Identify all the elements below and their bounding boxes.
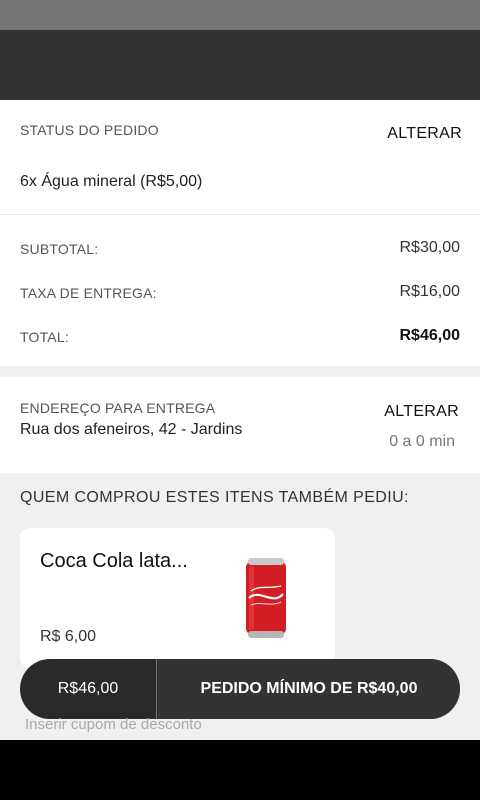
total-value: R$46,00 xyxy=(399,327,461,344)
delivery-fee-label: TAXA DE ENTREGA: xyxy=(20,285,157,301)
system-navigation-bar xyxy=(0,740,480,800)
delivery-fee-value: R$16,00 xyxy=(399,283,461,300)
order-card: STATUS DO PEDIDO ALTERAR 6x Água mineral… xyxy=(0,100,480,366)
total-label: TOTAL: xyxy=(20,329,69,345)
delivery-eta: 0 a 0 min xyxy=(389,433,455,450)
edit-address-button[interactable]: ALTERAR xyxy=(384,403,459,421)
system-status-bar xyxy=(0,0,480,30)
divider xyxy=(0,214,480,215)
checkout-bar[interactable]: R$46,00 PEDIDO MÍNIMO DE R$40,00 xyxy=(20,659,460,719)
order-status-heading: STATUS DO PEDIDO xyxy=(20,122,159,138)
delivery-address-line: Rua dos afeneiros, 42 - Jardins xyxy=(20,421,243,438)
checkout-total[interactable]: R$46,00 xyxy=(20,659,157,719)
subtotal-label: SUBTOTAL: xyxy=(20,241,99,257)
minimum-order-button[interactable]: PEDIDO MÍNIMO DE R$40,00 xyxy=(158,659,460,719)
app-bar xyxy=(0,30,480,100)
coupon-input[interactable]: Inserir cupom de desconto xyxy=(25,716,202,733)
product-name: Coca Cola lata... xyxy=(40,550,188,572)
coca-cola-can-image xyxy=(246,558,286,638)
delivery-address-heading: ENDEREÇO PARA ENTREGA xyxy=(20,400,216,416)
recommendations-title: QUEM COMPROU ESTES ITENS TAMBÉM PEDIU: xyxy=(20,489,409,506)
order-item-line: 6x Água mineral (R$5,00) xyxy=(20,173,203,190)
edit-order-button[interactable]: ALTERAR xyxy=(387,125,462,143)
subtotal-value: R$30,00 xyxy=(399,239,461,256)
delivery-address-card: ENDEREÇO PARA ENTREGA ALTERAR Rua dos af… xyxy=(0,377,480,473)
recommended-product-card[interactable]: Coca Cola lata... R$ 6,00 xyxy=(20,528,335,668)
product-price: R$ 6,00 xyxy=(40,628,97,645)
